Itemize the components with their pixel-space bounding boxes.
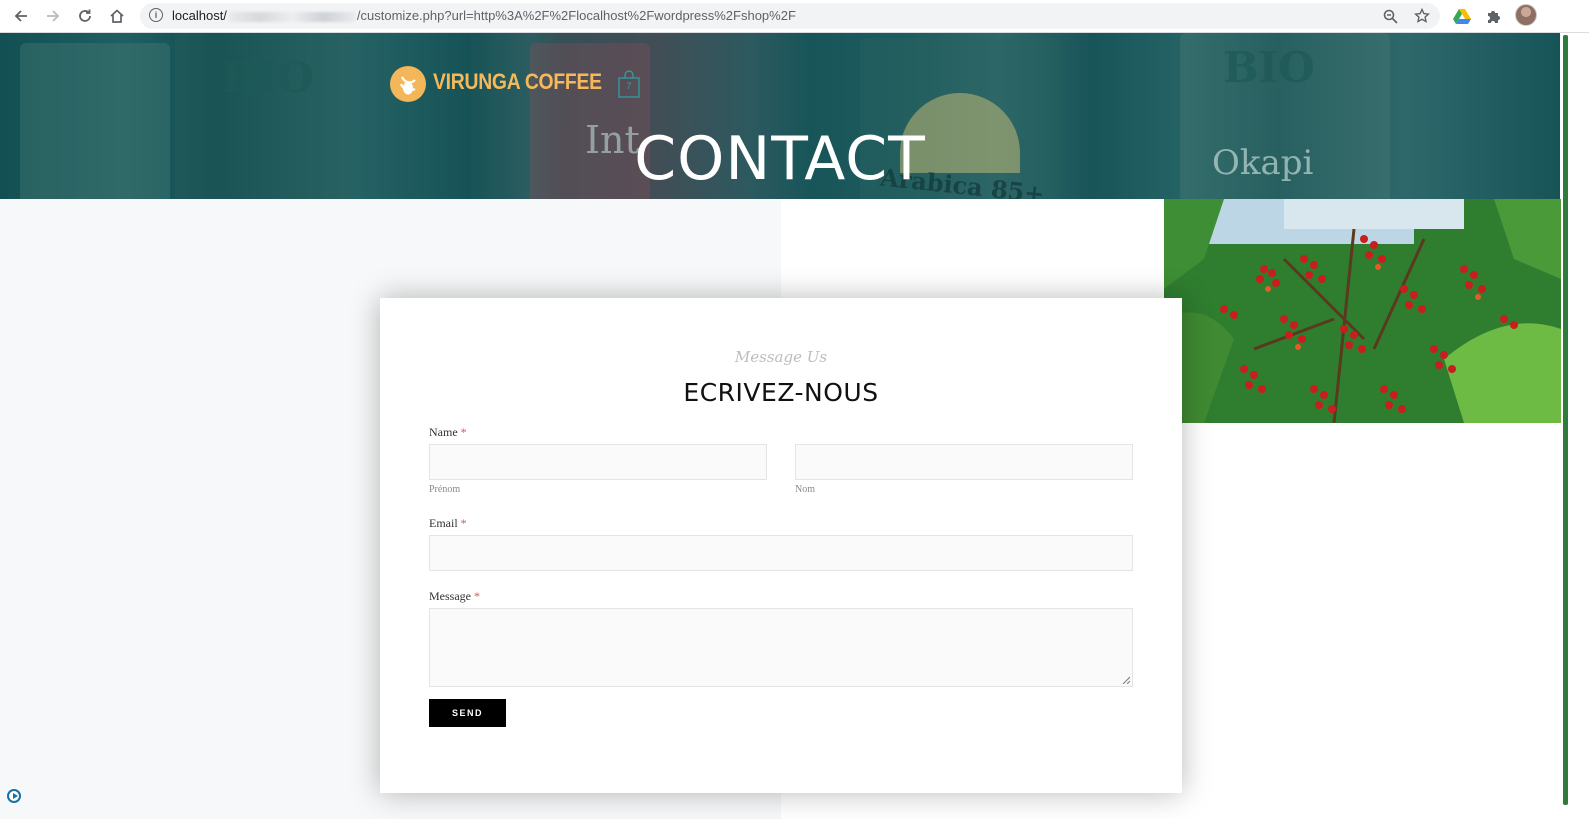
last-name-sublabel: Nom xyxy=(795,484,815,495)
customizer-help-icon[interactable] xyxy=(7,789,21,803)
bag-label: BIO xyxy=(1223,43,1315,92)
message-label: Message * xyxy=(429,589,480,604)
profile-avatar[interactable] xyxy=(1515,4,1537,26)
coffee-cherries-image xyxy=(1164,199,1561,423)
url-text: localhost/ /customize.php?url=http%3A%2F%… xyxy=(172,8,796,23)
form-title: ECRIVEZ-NOUS xyxy=(683,378,879,407)
google-drive-icon[interactable] xyxy=(1451,5,1473,27)
resize-grip-icon[interactable] xyxy=(1122,676,1130,684)
first-name-sublabel: Prénom xyxy=(429,484,461,495)
first-name-input[interactable] xyxy=(429,444,767,480)
send-button[interactable]: SEND xyxy=(429,699,506,727)
email-input[interactable] xyxy=(429,535,1133,571)
url-path: /customize.php?url=http%3A%2F%2Flocalhos… xyxy=(356,8,796,23)
required-marker: * xyxy=(474,589,480,603)
name-label: Name * xyxy=(429,425,467,440)
contact-form-card: Message Us ECRIVEZ-NOUS Name * Prénom No… xyxy=(380,298,1182,793)
forward-arrow-icon[interactable] xyxy=(41,4,65,28)
brand-name[interactable]: VIRUNGA COFFEE xyxy=(433,69,602,95)
address-bar[interactable]: i localhost/ /customize.php?url=http%3A%2… xyxy=(140,3,1440,29)
back-arrow-icon[interactable] xyxy=(9,4,33,28)
home-icon[interactable] xyxy=(105,4,129,28)
url-host: localhost/ xyxy=(172,8,227,23)
email-label: Email * xyxy=(429,516,467,531)
info-icon[interactable]: i xyxy=(149,8,163,22)
message-label-text: Message xyxy=(429,589,471,603)
cart-count: 7 xyxy=(626,81,632,91)
email-label-text: Email xyxy=(429,516,458,530)
form-subtitle: Message Us xyxy=(734,348,828,366)
required-marker: * xyxy=(460,516,467,530)
name-label-text: Name xyxy=(429,425,458,439)
coffee-logo-icon[interactable] xyxy=(390,66,426,102)
required-marker: * xyxy=(460,425,467,439)
zoom-icon[interactable] xyxy=(1380,6,1400,26)
page-title: CONTACT xyxy=(634,124,926,194)
bag-label: BIO xyxy=(222,53,314,102)
extensions-puzzle-icon[interactable] xyxy=(1483,5,1505,27)
browser-toolbar: i localhost/ /customize.php?url=http%3A%2… xyxy=(0,0,1589,33)
bookmark-star-icon[interactable] xyxy=(1412,6,1432,26)
scrollbar-thumb[interactable] xyxy=(1563,35,1568,805)
url-redacted-segment xyxy=(228,11,355,22)
reload-icon[interactable] xyxy=(73,4,97,28)
last-name-input[interactable] xyxy=(795,444,1133,480)
message-textarea[interactable] xyxy=(429,608,1133,687)
hero-banner: BIO Int Arabica 85+ BIO Okapi VIRUNGA CO… xyxy=(0,33,1560,199)
